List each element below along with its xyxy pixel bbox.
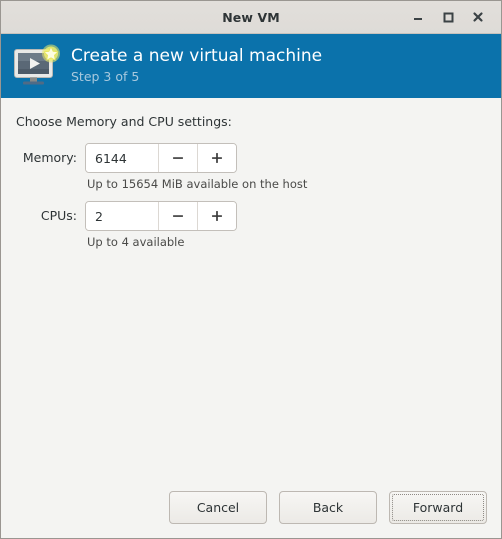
close-icon[interactable] xyxy=(463,2,493,32)
new-vm-window: New VM Create a new virtual machine Step… xyxy=(0,0,502,539)
cancel-button[interactable]: Cancel xyxy=(169,491,267,524)
forward-button[interactable]: Forward xyxy=(389,491,487,524)
cpus-spinner[interactable]: 2 xyxy=(85,201,237,231)
footer-buttons: Cancel Back Forward xyxy=(1,491,501,538)
intro-text: Choose Memory and CPU settings: xyxy=(16,114,232,129)
cpus-decrement-button[interactable] xyxy=(158,202,197,230)
content-area: Choose Memory and CPU settings: Memory: … xyxy=(1,98,501,491)
cpus-input[interactable]: 2 xyxy=(86,202,158,230)
cpus-label: CPUs: xyxy=(40,208,77,223)
memory-hint: Up to 15654 MiB available on the host xyxy=(87,177,308,191)
maximize-icon[interactable] xyxy=(433,2,463,32)
wizard-banner: Create a new virtual machine Step 3 of 5 xyxy=(1,34,501,98)
back-button[interactable]: Back xyxy=(279,491,377,524)
memory-spinner[interactable]: 6144 xyxy=(85,143,237,173)
memory-decrement-button[interactable] xyxy=(158,144,197,172)
cpus-increment-button[interactable] xyxy=(197,202,236,230)
memory-label: Memory: xyxy=(22,150,77,165)
memory-input[interactable]: 6144 xyxy=(86,144,158,172)
cpus-hint: Up to 4 available xyxy=(87,235,185,249)
banner-text: Create a new virtual machine Step 3 of 5 xyxy=(71,48,322,84)
virtual-machine-monitor-icon xyxy=(13,44,61,88)
settings-form: Memory: 6144 Up to 15654 MiB available o… xyxy=(15,143,487,259)
memory-field-column: 6144 Up to 15654 MiB available on the ho… xyxy=(85,143,487,201)
cpus-field-column: 2 Up to 4 available xyxy=(85,201,487,259)
banner-step: Step 3 of 5 xyxy=(71,69,140,85)
window-title: New VM xyxy=(222,9,280,25)
banner-title: Create a new virtual machine xyxy=(71,46,323,67)
minimize-icon[interactable] xyxy=(403,2,433,32)
titlebar: New VM xyxy=(1,1,501,34)
memory-increment-button[interactable] xyxy=(197,144,236,172)
window-controls xyxy=(403,1,493,33)
